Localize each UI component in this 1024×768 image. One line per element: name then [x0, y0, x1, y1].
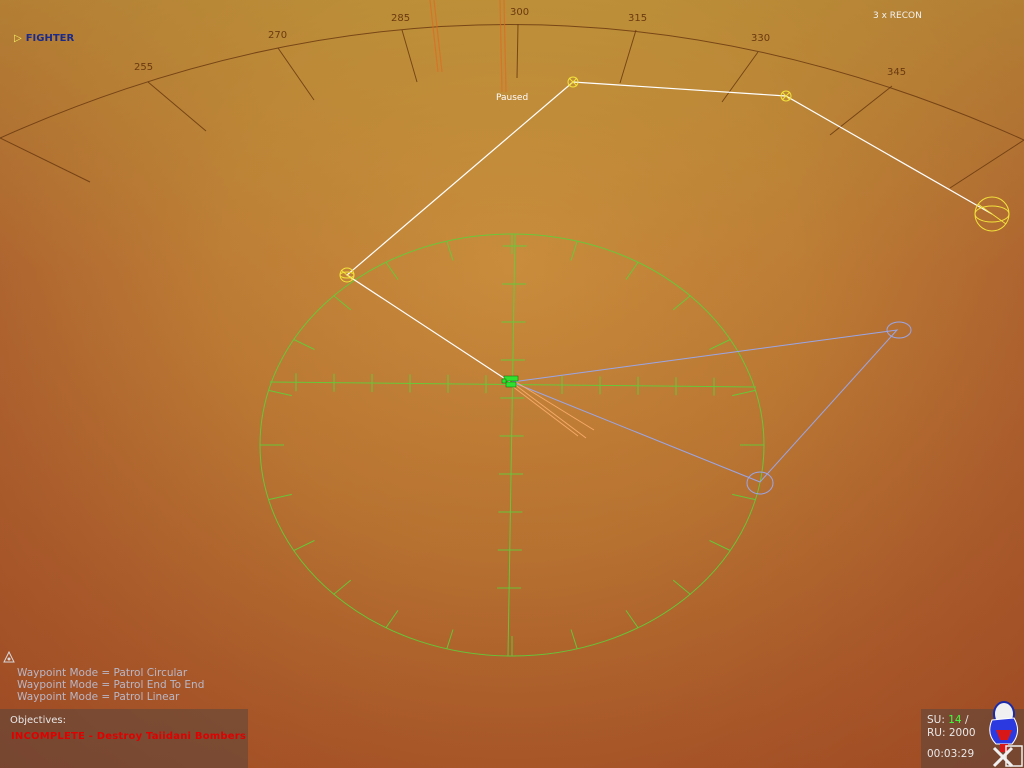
heading-tick-label: 270 [268, 30, 287, 41]
heading-ticks [0, 23, 1024, 189]
waypoint-path [346, 81, 993, 383]
grid-rim-tick [709, 339, 731, 350]
grid-rim-tick [268, 493, 292, 501]
move-path [511, 329, 899, 483]
objectives-title: Objectives: [10, 715, 66, 726]
grid-rim-tick [625, 610, 639, 628]
waypoint-mode-line: Waypoint Mode = Patrol Linear [17, 691, 180, 703]
heading-arc [0, 24, 1024, 141]
heading-tick-label: 285 [391, 13, 410, 24]
objectives-panel[interactable]: Objectives: INCOMPLETE - Destroy Taiidan… [0, 709, 248, 768]
su-label: SU: [927, 714, 945, 726]
triangle-outline-icon[interactable] [3, 651, 15, 663]
grid-rim-tick [709, 540, 731, 551]
group-count-label[interactable]: 3 x RECON [873, 11, 922, 21]
engine-trails-top [429, 0, 507, 93]
paused-status: Paused [496, 93, 529, 103]
ru-label: RU: [927, 727, 946, 739]
heading-labels: 255 270 285 300 315 330 345 [134, 7, 906, 78]
waypoint-marker[interactable] [339, 267, 355, 283]
grid-rim-tick [385, 262, 399, 280]
heading-tick-label: 300 [510, 7, 529, 18]
grid-rim-tick [570, 241, 578, 261]
heading-tick-label: 345 [887, 67, 906, 78]
heading-tick-label: 315 [628, 13, 647, 24]
grid-rim-tick [385, 610, 399, 628]
heading-tick-label: 255 [134, 62, 153, 73]
grid-rim-tick [732, 389, 756, 397]
objective-item: INCOMPLETE - Destroy Taiidani Bombers [11, 731, 247, 742]
waypoint-marker[interactable] [974, 196, 1010, 232]
ru-value: 2000 [948, 727, 976, 739]
waypoint-mode-line: Waypoint Mode = Patrol End To End [17, 679, 205, 691]
waypoint-mode-line: Waypoint Mode = Patrol Circular [17, 667, 188, 679]
grid-rim-tick [333, 579, 352, 595]
heading-tick-label: 330 [751, 33, 770, 44]
support-units-readout: SU: 14 / [927, 714, 969, 726]
selected-unit-name: FIGHTER [25, 33, 75, 44]
grid-rim-tick [672, 579, 691, 595]
grid-rim-tick [672, 295, 691, 311]
grid-rim-tick [293, 540, 315, 551]
su-value: 14 [948, 714, 962, 726]
grid-rim-tick [293, 339, 315, 350]
resource-units-readout: RU: 2000 [927, 727, 976, 739]
mission-timer: 00:03:29 [927, 748, 975, 760]
hiigaran-emblem-icon [989, 701, 1023, 768]
grid-rim-tick [446, 241, 454, 261]
waypoint-mode-log: Waypoint Mode = Patrol Circular Waypoint… [17, 667, 204, 703]
su-separator: / [961, 714, 969, 726]
grid-rim-tick [446, 629, 454, 649]
triangle-right-icon: ▷ [14, 33, 22, 44]
move-marker[interactable] [886, 321, 912, 339]
grid-rim-tick [333, 295, 352, 311]
tactical-map[interactable]: 255 270 285 300 315 330 345 [0, 0, 1024, 768]
grid-rim-tick [625, 262, 639, 280]
grid-rim-tick [268, 389, 292, 397]
grid-rim-tick [570, 629, 578, 649]
selected-unit-label[interactable]: ▷ FIGHTER [14, 33, 74, 44]
grid-rim-tick [732, 493, 756, 501]
